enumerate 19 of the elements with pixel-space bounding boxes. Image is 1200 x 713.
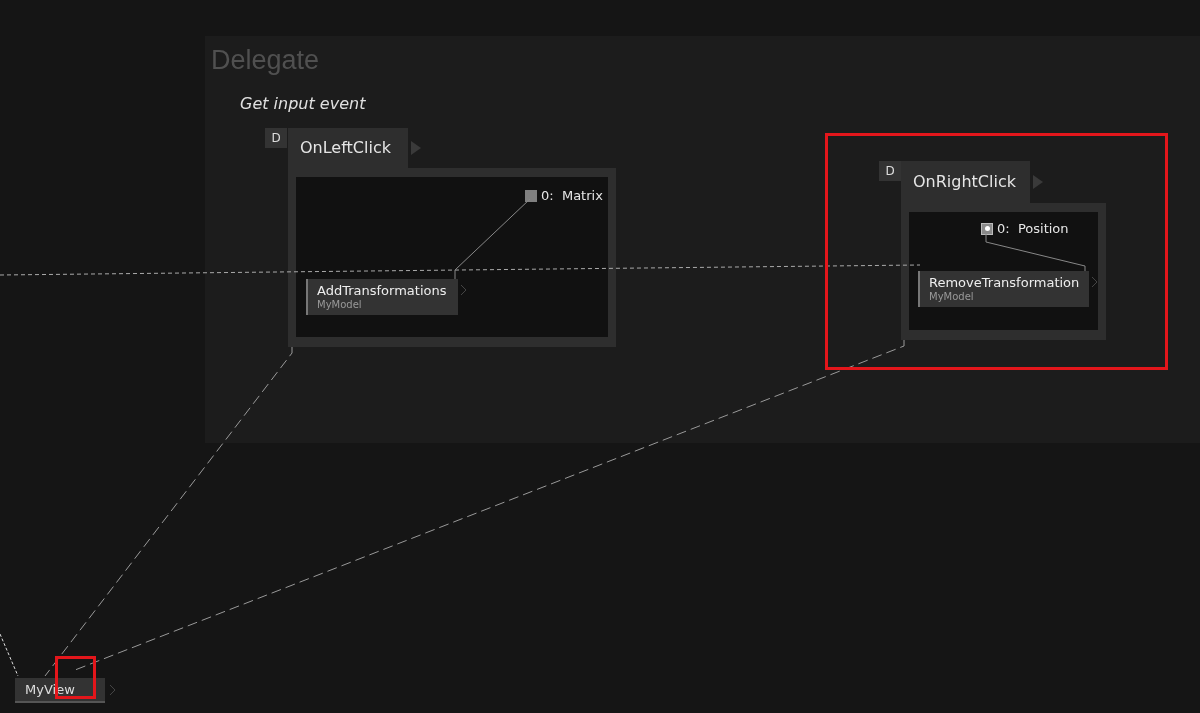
delegate-header[interactable]: OnLeftClick: [288, 128, 408, 168]
play-arrow-icon: [1033, 175, 1043, 189]
play-arrow-icon: [411, 141, 421, 155]
delegate-header[interactable]: OnRightClick: [901, 161, 1030, 203]
comment: Get input event: [240, 93, 366, 115]
chevron-icon: [110, 685, 115, 695]
pin-label: 0: Position: [997, 220, 1069, 238]
node[interactable]: AddTransformations MyModel: [306, 279, 458, 315]
dashed-link: [0, 633, 19, 677]
node[interactable]: RemoveTransformation MyModel: [918, 271, 1089, 307]
node-name: RemoveTransformation: [929, 274, 1081, 291]
chevron-icon: [461, 285, 466, 295]
delegate-badge: D: [265, 128, 287, 148]
chevron-icon: [1092, 277, 1097, 287]
pin-label: 0: Matrix: [541, 187, 603, 205]
delegate-badge: D: [879, 161, 901, 181]
node-category: MyModel: [929, 290, 975, 304]
node-name: AddTransformations: [317, 282, 448, 299]
node-category: MyModel: [317, 298, 363, 312]
